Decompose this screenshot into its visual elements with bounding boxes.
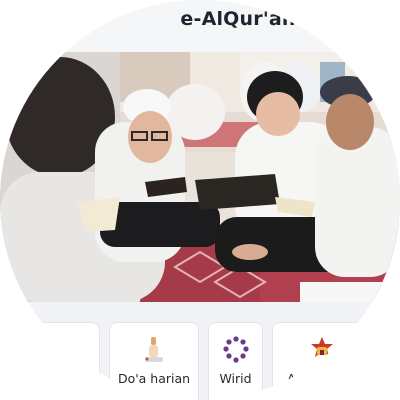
app-title: e-AlQur'an: [180, 8, 296, 30]
tasbih-icon: [221, 335, 251, 369]
circular-viewport: e-AlQur'an Do'a harian Wirid A: [0, 0, 400, 400]
menu-card-partial[interactable]: [20, 322, 100, 400]
feature-menu: Do'a harian Wirid A: [0, 302, 400, 400]
mosque-star-icon: [307, 335, 337, 369]
partial-card-icon: [45, 335, 87, 369]
menu-card-doa-harian[interactable]: Do'a harian: [109, 322, 199, 400]
app-screen: e-AlQur'an Do'a harian Wirid A: [0, 0, 400, 400]
menu-card-wirid[interactable]: Wirid: [208, 322, 263, 400]
top-bar: e-AlQur'an: [0, 0, 400, 52]
hero-photo: [0, 52, 400, 302]
hero-banner[interactable]: [0, 52, 400, 302]
menu-card-label: Wirid: [219, 371, 252, 386]
menu-card-label: Do'a harian: [117, 371, 191, 386]
prayer-beads-hand-icon: [139, 335, 169, 371]
menu-card-label: A: [287, 371, 296, 386]
menu-card-partial-right[interactable]: A: [272, 322, 372, 400]
